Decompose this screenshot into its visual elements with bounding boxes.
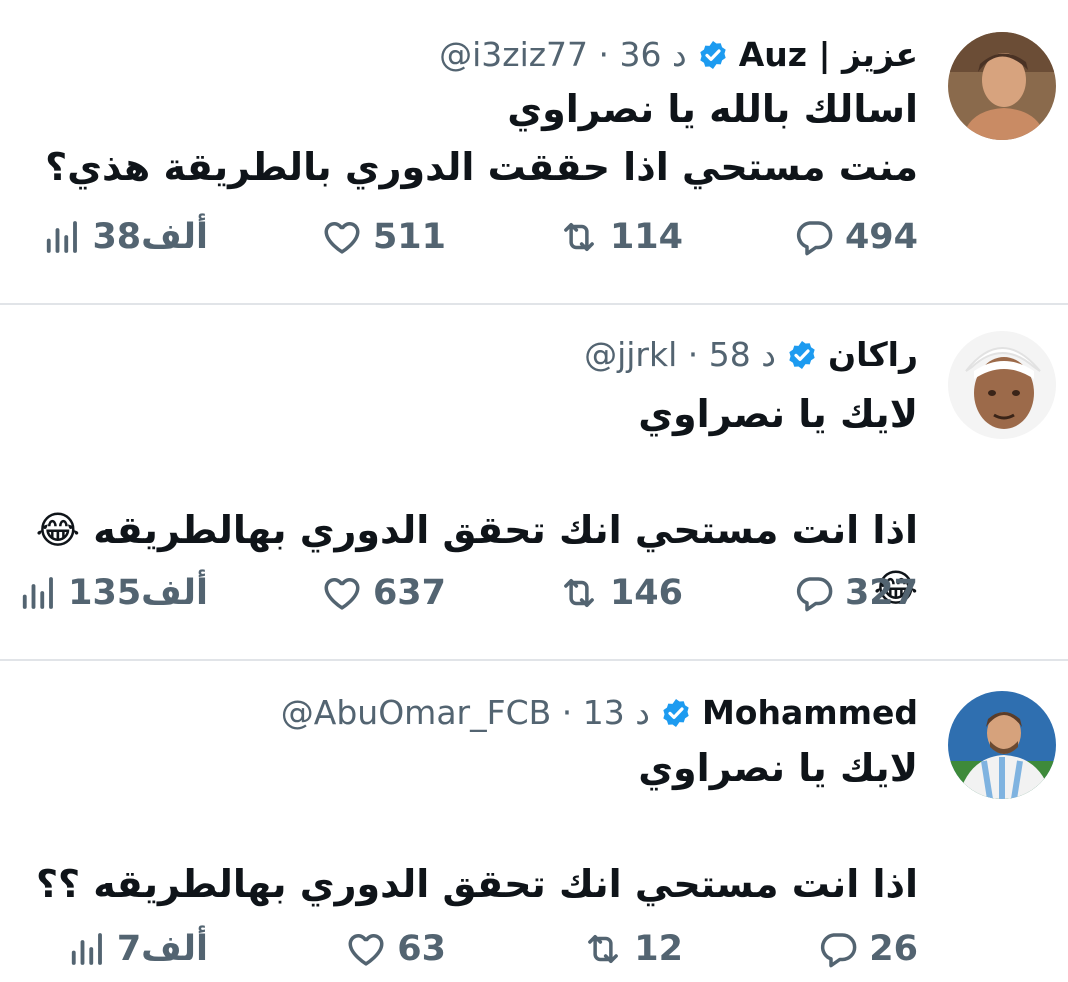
- reply-icon: [796, 577, 833, 612]
- timestamp[interactable]: 36 د: [620, 35, 687, 74]
- views-icon: [22, 577, 54, 609]
- views-button[interactable]: 7ألف: [65, 919, 208, 979]
- verified-badge-icon: [663, 698, 689, 727]
- display-name[interactable]: Mohammed: [702, 693, 918, 732]
- tweet[interactable]: عزيز | Auz @i3ziz77 · 36 د اسالك بالله ي…: [0, 0, 1068, 304]
- reply-button[interactable]: 327: [793, 563, 918, 623]
- like-icon: [324, 222, 360, 254]
- retweet-count: 146: [609, 573, 683, 613]
- handle[interactable]: @i3ziz77: [439, 35, 588, 74]
- avatar[interactable]: [948, 331, 1056, 439]
- like-icon: [348, 934, 384, 966]
- reply-button[interactable]: 26: [817, 919, 918, 979]
- display-name[interactable]: راكان: [828, 335, 918, 374]
- retweet-button[interactable]: 146: [558, 563, 683, 623]
- retweet-count: 114: [609, 217, 683, 257]
- reply-count: 26: [869, 929, 918, 969]
- retweet-icon: [588, 935, 619, 963]
- like-count: 511: [372, 217, 446, 257]
- timestamp[interactable]: 13 د: [583, 693, 650, 732]
- views-icon: [71, 933, 102, 965]
- tweet-actions: 26 12 63 7ألف: [0, 919, 1068, 979]
- tweet-actions: 327 146 637 135ألف: [0, 563, 1068, 623]
- views-icon: [47, 221, 78, 253]
- reply-icon: [821, 933, 857, 968]
- like-button[interactable]: 637: [321, 563, 446, 623]
- tweet[interactable]: Mohammed @AbuOmar_FCB · 13 د لايك يا نصر…: [0, 661, 1068, 982]
- views-button[interactable]: 38ألف: [40, 207, 208, 267]
- like-count: 637: [372, 573, 446, 613]
- tweet-header: عزيز | Auz @i3ziz77 · 36 د: [439, 35, 918, 74]
- tweet-text: لايك يا نصراوي اذا انت مستحي انك تحقق ال…: [35, 746, 918, 906]
- avatar[interactable]: [948, 32, 1056, 140]
- retweet-icon: [564, 579, 594, 607]
- views-button[interactable]: 135ألف: [16, 563, 208, 623]
- tweet-header: Mohammed @AbuOmar_FCB · 13 د: [281, 693, 918, 732]
- tweet-meta: @AbuOmar_FCB · 13 د: [280, 693, 650, 732]
- view-count: 38ألف: [92, 217, 208, 257]
- avatar[interactable]: [948, 691, 1056, 799]
- tweet-feed: عزيز | Auz @i3ziz77 · 36 د اسالك بالله ي…: [0, 0, 1068, 982]
- like-button[interactable]: 511: [321, 207, 446, 267]
- tweet-header: راكان @jjrkl · 58 د: [584, 335, 918, 374]
- tweet-meta: @jjrkl · 58 د: [584, 335, 776, 374]
- reply-count: 494: [844, 217, 918, 257]
- tweet-actions: 494 114 511 38ألف: [0, 207, 1068, 267]
- view-count: 7ألف: [116, 929, 208, 969]
- reply-count: 327: [844, 573, 918, 613]
- tweet-text: اسالك بالله يا نصراوي منت مستحي اذا حققت…: [45, 87, 918, 189]
- reply-icon: [796, 221, 833, 256]
- verified-badge-icon: [789, 340, 815, 369]
- retweet-icon: [564, 223, 594, 251]
- reply-button[interactable]: 494: [793, 207, 918, 267]
- view-count: 135ألف: [68, 573, 208, 613]
- retweet-button[interactable]: 12: [582, 919, 683, 979]
- tweet[interactable]: راكان @jjrkl · 58 د لايك يا نصراوي اذا ا…: [0, 305, 1068, 660]
- display-name[interactable]: عزيز | Auz: [739, 35, 918, 74]
- timestamp[interactable]: 58 د: [709, 335, 776, 374]
- handle[interactable]: @AbuOmar_FCB: [281, 693, 552, 732]
- like-button[interactable]: 63: [345, 919, 446, 979]
- like-icon: [324, 578, 360, 610]
- retweet-count: 12: [634, 929, 683, 969]
- like-count: 63: [397, 929, 446, 969]
- retweet-button[interactable]: 114: [558, 207, 683, 267]
- handle[interactable]: @jjrkl: [584, 335, 677, 374]
- tweet-meta: @i3ziz77 · 36 د: [439, 35, 687, 74]
- verified-badge-icon: [700, 40, 726, 69]
